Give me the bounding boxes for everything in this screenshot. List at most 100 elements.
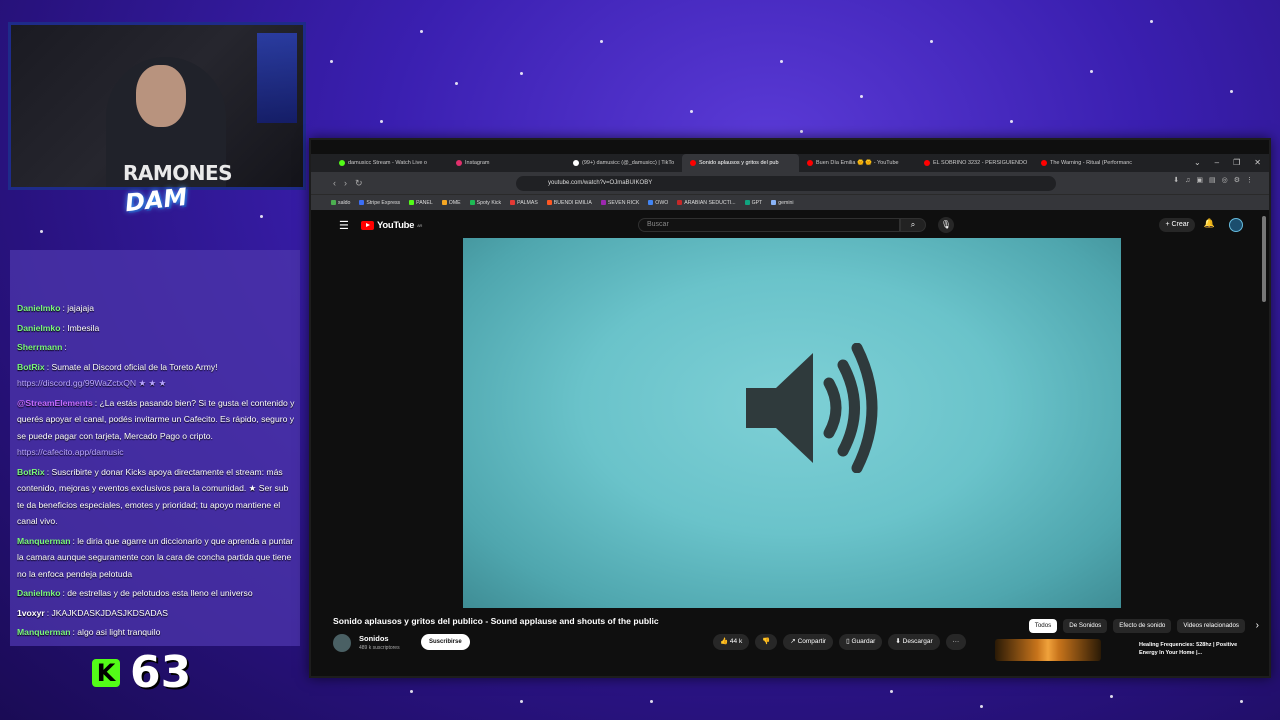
browser-tab[interactable]: (99+) damusicc (@_damusicc) | TikTo	[565, 154, 682, 172]
related-video[interactable]: Healing Frequencies: 528hz | Positive En…	[995, 639, 1255, 665]
tab-favicon-icon	[1041, 159, 1047, 166]
browser-tab[interactable]: The Warning - Ritual (Performanc	[1033, 154, 1150, 172]
bookmark-item[interactable]: Spoty Kick	[469, 200, 501, 206]
youtube-header: ☰ YouTube AR Buscar ⌕ 🎙 + Crear 🔔	[311, 211, 1269, 239]
browser-tab[interactable]: damusicc Stream - Watch Live o	[331, 154, 448, 172]
chat-text: : Sumate al Discord oficial de la Toreto…	[46, 361, 218, 372]
bookmark-item[interactable]: GPT	[744, 199, 763, 206]
close-icon[interactable]: ✕	[1254, 154, 1261, 172]
chat-username[interactable]: Danielmko	[17, 588, 60, 598]
browser-window: damusicc Stream - Watch Live o Instagram (…	[309, 138, 1271, 678]
bookmark-item[interactable]: BUENDI EMILIA	[546, 199, 592, 206]
bookmark-item[interactable]: PALMAS	[510, 200, 538, 206]
bookmark-item[interactable]: Stripe Express	[359, 200, 400, 206]
page-scrollbar[interactable]	[1262, 216, 1266, 302]
bookmark-favicon-icon	[409, 199, 415, 205]
chat-username[interactable]: BotRix	[17, 467, 45, 477]
chat-username[interactable]: Danielmko	[17, 323, 60, 333]
nav-buttons[interactable]: ‹›↻	[333, 178, 371, 189]
chat-link[interactable]: https://discord.gg/99WaZctxQN ★ ★ ★	[17, 378, 166, 388]
microphone-icon[interactable]: 🎙	[938, 217, 954, 233]
chat-link[interactable]: https://cafecito.app/damusic	[17, 447, 124, 457]
notifications-icon[interactable]: 🔔	[1204, 218, 1215, 229]
tab-label: The Warning - Ritual (Performanc	[1050, 160, 1133, 166]
browser-tab[interactable]: EL SOBRINO 3232 - PERSIGUIENDO	[916, 154, 1033, 172]
channel-avatar[interactable]	[333, 634, 351, 652]
filter-chip[interactable]: Efecto de sonido	[1113, 619, 1172, 633]
bookmark-item[interactable]: SEVEN RICK	[600, 199, 640, 206]
chat-username[interactable]: Sherrmann	[17, 342, 62, 352]
bookmark-label: PANEL	[416, 199, 433, 206]
bookmark-favicon-icon	[331, 199, 336, 205]
chat-text: :	[64, 342, 67, 352]
chat-username[interactable]: @StreamElements	[17, 398, 93, 408]
recommendation-chips: Todos De Sonidos Efecto de sonido Videos re…	[1028, 619, 1245, 633]
more-actions-button[interactable]: ···	[945, 634, 967, 650]
video-actions: 👍 44 k 👎 ↗ Compartir ▯ Guardar ⬇ Descarg…	[713, 634, 967, 650]
related-video-thumbnail[interactable]	[995, 639, 1101, 661]
chat-username[interactable]: 1voxyr	[17, 608, 45, 618]
bookmark-item[interactable]: PANEL	[409, 200, 433, 206]
chat-message: Manquerman: algo asi light tranquilo	[17, 624, 297, 641]
window-controls: ⌄ – ❐ ✕	[1194, 154, 1261, 172]
chevron-right-icon[interactable]: ›	[1256, 620, 1259, 631]
minimize-icon[interactable]: –	[1215, 154, 1219, 172]
bookmark-label: GPT	[751, 199, 763, 206]
browser-tab[interactable]: Instagram	[448, 154, 565, 172]
chat-username[interactable]: Manquerman	[17, 536, 70, 546]
share-button[interactable]: ↗ Compartir	[783, 634, 834, 650]
chat-username[interactable]: BotRix	[17, 362, 45, 372]
bookmark-item[interactable]: OME	[441, 200, 461, 206]
bookmark-label: PALMAS	[517, 199, 538, 206]
bookmark-favicon-icon	[510, 199, 516, 205]
bookmark-item[interactable]: OWO	[648, 200, 668, 206]
chat-username[interactable]: Danielmko	[17, 303, 60, 313]
bookmark-label: OWO	[655, 199, 669, 206]
create-button[interactable]: + Crear	[1159, 218, 1195, 232]
youtube-logo-text: YouTube	[377, 220, 415, 231]
bookmark-favicon-icon	[546, 199, 552, 205]
channel-name[interactable]: Sonidos	[359, 634, 389, 643]
dislike-button[interactable]: 👎	[755, 634, 778, 650]
bookmark-favicon-icon	[677, 199, 683, 205]
browser-tab[interactable]: Sonido aplausos y gritos del pub	[682, 154, 799, 172]
like-button[interactable]: 👍 44 k	[713, 634, 750, 650]
bookmark-item[interactable]: ARABIAN SEDUCTI...	[677, 199, 736, 206]
filter-chip[interactable]: Todos	[1028, 619, 1058, 633]
extension-icons[interactable]: ⬇♫▣▤◎⚙⋮	[1173, 176, 1259, 184]
tab-label: damusicc Stream - Watch Live o	[348, 160, 427, 166]
bookmark-label: SEVEN RICK	[607, 199, 640, 206]
share-label: Compartir	[797, 638, 827, 645]
related-video-title[interactable]: Healing Frequencies: 528hz | Positive En…	[1139, 641, 1249, 657]
tab-label: (99+) damusicc (@_damusicc) | TikTo	[582, 160, 675, 166]
kick-logo-icon: K	[92, 658, 120, 687]
download-icon: ⬇	[895, 638, 903, 645]
subscribe-button[interactable]: Suscribirse	[421, 634, 470, 650]
youtube-logo[interactable]: YouTube AR	[361, 220, 422, 231]
tab-label: Sonido aplausos y gritos del pub	[699, 160, 779, 166]
chat-username[interactable]: Manquerman	[17, 627, 70, 637]
account-avatar[interactable]	[1229, 218, 1243, 232]
chat-messages: Danielmko: jajajaja Danielmko: Imbesila Sh…	[17, 300, 297, 644]
download-button[interactable]: ⬇ Descargar	[888, 634, 940, 650]
bookmark-favicon-icon	[771, 199, 777, 205]
save-button[interactable]: ▯ Guardar	[839, 634, 883, 650]
filter-chip[interactable]: Videos relacionados	[1177, 619, 1245, 633]
streamer-head	[136, 65, 186, 127]
url-input[interactable]: youtube.com/watch?v=OJmaBUIKOBY	[516, 176, 1056, 191]
chat-message: Danielmko: Imbesila	[17, 320, 297, 337]
bookmark-item[interactable]: gemini	[771, 199, 794, 206]
maximize-icon[interactable]: ❐	[1233, 154, 1240, 172]
video-player[interactable]	[463, 238, 1121, 608]
tab-favicon-icon	[339, 159, 345, 166]
bookmark-favicon-icon	[600, 199, 606, 205]
menu-icon[interactable]: ☰	[339, 219, 349, 232]
chat-message: Danielmko: jajajaja	[17, 300, 297, 317]
search-input[interactable]: Buscar	[638, 218, 900, 232]
search-icon[interactable]: ⌕	[900, 218, 926, 232]
tab-search-icon[interactable]: ⌄	[1194, 154, 1201, 172]
browser-tab[interactable]: Buen Día Emilia 🌞 🌞 - YouTube	[799, 154, 916, 172]
chat-panel: Danielmko: jajajaja Danielmko: Imbesila Sh…	[10, 250, 300, 646]
filter-chip[interactable]: De Sonidos	[1063, 619, 1108, 633]
bookmark-item[interactable]: saldo	[331, 200, 350, 206]
